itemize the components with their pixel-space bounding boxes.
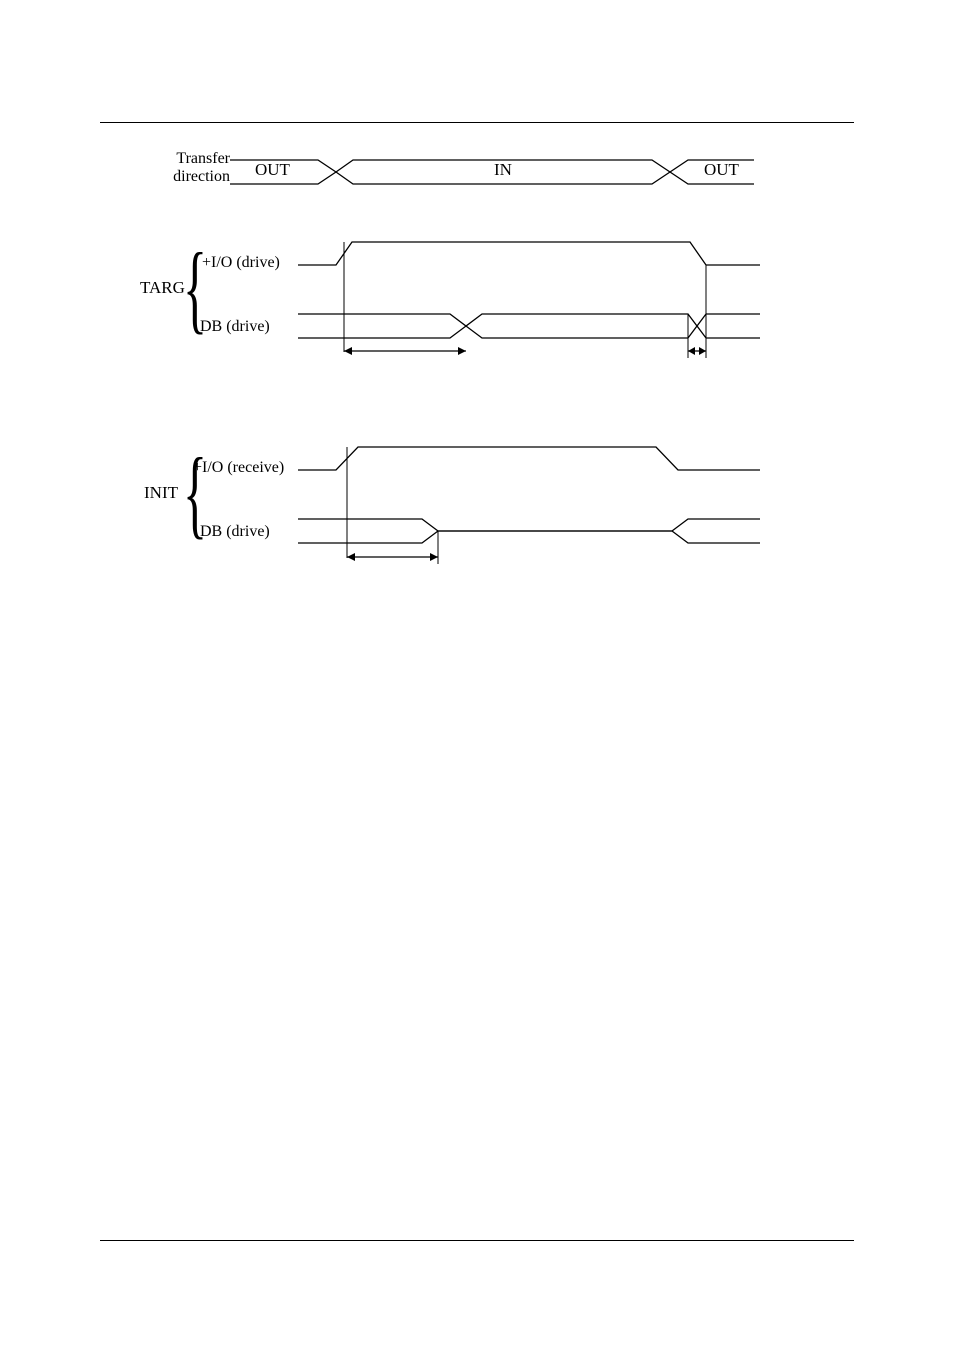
init-dim-1-arrl: [347, 553, 355, 561]
targ-sig1: +I/O (drive): [202, 254, 280, 272]
transfer-bottom: [230, 172, 754, 184]
transfer-top: [230, 160, 754, 172]
init-db-bottom: [298, 531, 760, 543]
state-out-2: OUT: [704, 160, 739, 180]
timing-diagram: Transfer direction OUT IN OUT TARG { +I/…: [100, 140, 870, 640]
targ-dim-1-arrr: [458, 347, 466, 355]
targ-label: TARG: [140, 278, 185, 298]
init-sig2: DB (drive): [200, 523, 270, 541]
init-label: INIT: [144, 483, 178, 503]
targ-dim-1-arrl: [344, 347, 352, 355]
init-dim-1-arrr: [430, 553, 438, 561]
targ-db-top: [298, 314, 760, 326]
state-out-1: OUT: [255, 160, 290, 180]
header-rule: [100, 122, 854, 123]
transfer-label-1: Transfer: [160, 150, 230, 168]
init-sig1: +I/O (receive): [193, 459, 284, 477]
state-in: IN: [494, 160, 512, 180]
footer-rule: [100, 1240, 854, 1241]
init-db-top: [298, 519, 760, 531]
targ-db-bottom: [298, 326, 760, 338]
targ-dim-2-arrr: [699, 347, 706, 355]
init-io-wave: [298, 447, 760, 470]
diagram-svg: [100, 140, 870, 620]
targ-dim-2-arrl: [688, 347, 695, 355]
transfer-label-2: direction: [160, 168, 230, 186]
targ-sig2: DB (drive): [200, 318, 270, 336]
page: Transfer direction OUT IN OUT TARG { +I/…: [0, 0, 954, 1351]
targ-io-wave: [298, 242, 760, 265]
